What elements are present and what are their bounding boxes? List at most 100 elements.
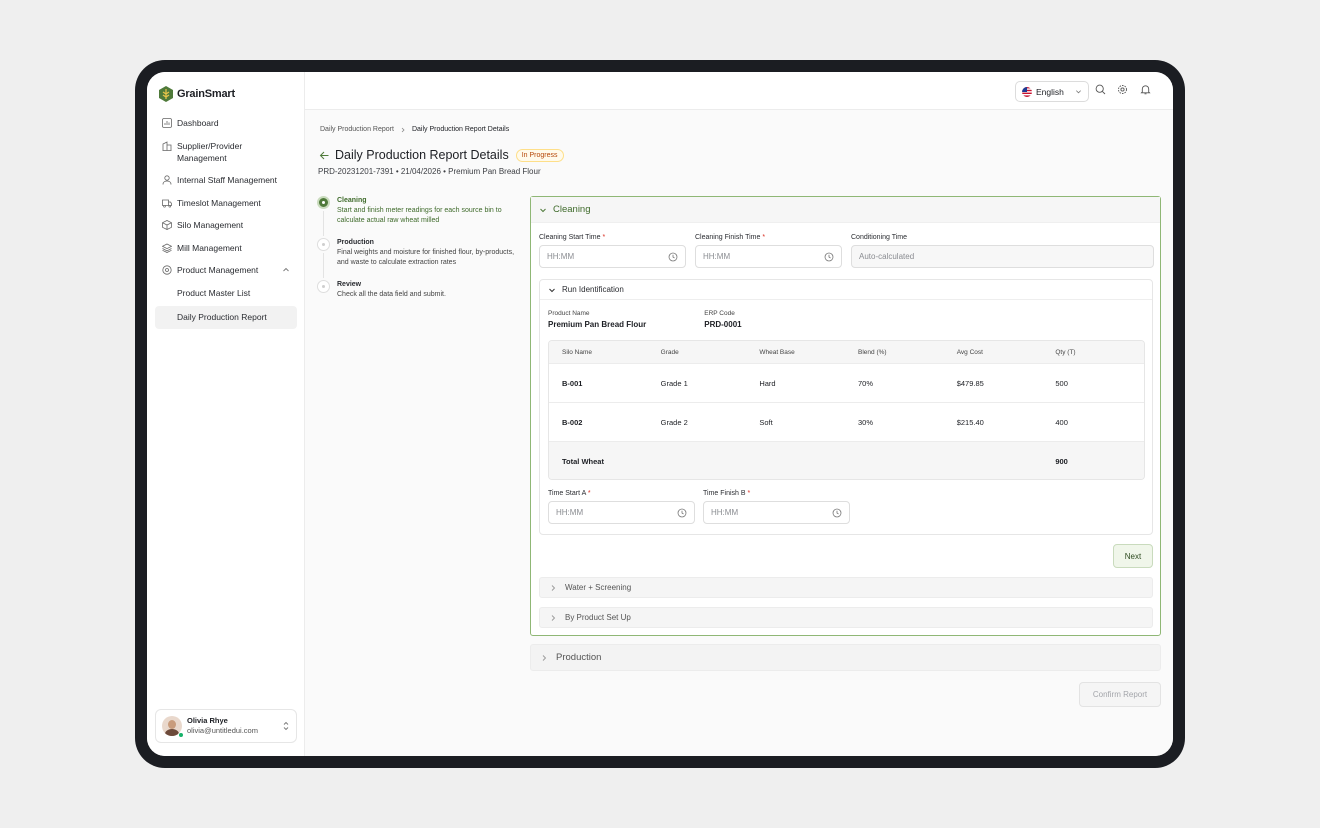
water-screening-accordion[interactable]: Water + Screening <box>539 577 1153 598</box>
time-start-a-input[interactable]: HH:MM <box>548 501 695 524</box>
truck-icon <box>162 199 172 208</box>
breadcrumb: Daily Production Report Daily Production… <box>320 126 509 133</box>
table-cell: 70% <box>858 378 874 388</box>
sidebar-item-label: Product Management <box>177 265 259 275</box>
field-label: Conditioning Time <box>851 234 908 241</box>
accordion-label: Production <box>556 652 602 663</box>
sidebar-item-mill[interactable]: Mill Management <box>155 237 297 259</box>
sidebar-item-product[interactable]: Product Management <box>155 259 297 281</box>
column-header: Blend (%) <box>858 348 887 356</box>
title-row: Daily Production Report Details In Progr… <box>319 148 564 162</box>
step-indicator <box>317 280 330 293</box>
run-identification-header[interactable]: Run Identification <box>540 280 1152 300</box>
sidebar-item-label: Internal Staff Management <box>177 175 278 185</box>
time-start-a-field: Time Start A * HH:MM <box>548 490 695 524</box>
sidebar-item-silo[interactable]: Silo Management <box>155 214 297 236</box>
total-value: 900 <box>1055 456 1068 466</box>
sidebar-item-timeslot[interactable]: Timeslot Management <box>155 192 297 214</box>
table-cell: Grade 2 <box>660 417 688 427</box>
app-screen: GrainSmart Dashboard Supplier/Provider M… <box>147 72 1173 756</box>
column-header: Qty (T) <box>1055 348 1076 356</box>
erp-code-label: ERP Code <box>704 310 735 317</box>
accordion-label: Water + Screening <box>565 583 632 592</box>
breadcrumb-parent[interactable]: Daily Production Report <box>320 126 394 133</box>
sidebar-item-dashboard[interactable]: Dashboard <box>155 112 297 134</box>
sidebar-item-supplier[interactable]: Supplier/Provider Management <box>155 135 297 169</box>
step-desc: Check all the data field and submit. <box>337 291 446 298</box>
confirm-report-button[interactable]: Confirm Report <box>1079 682 1161 707</box>
input-placeholder: HH:MM <box>711 508 739 517</box>
input-placeholder: HH:MM <box>547 252 575 261</box>
sidebar-subitem-product-master[interactable]: Product Master List <box>155 282 297 305</box>
table-cell: B-001 <box>562 378 583 388</box>
page-title: Daily Production Report Details <box>335 148 509 162</box>
chevron-right-icon <box>551 584 556 591</box>
cleaning-start-input[interactable]: HH:MM <box>539 245 686 268</box>
search-icon[interactable] <box>1095 84 1106 95</box>
by-product-setup-accordion[interactable]: By Product Set Up <box>539 607 1153 628</box>
cleaning-card-header[interactable]: Cleaning <box>531 197 1160 223</box>
product-name-value: Premium Pan Bread Flour <box>548 320 647 329</box>
step-cleaning[interactable]: Cleaning Start and finish meter readings… <box>317 196 517 238</box>
chevron-right-icon <box>542 654 547 661</box>
step-desc: Start and finish meter readings for each… <box>337 207 502 224</box>
silo-table: Silo Name Grade Wheat Base Blend (%) Avg… <box>548 340 1145 480</box>
sidebar-subitem-daily-report[interactable]: Daily Production Report <box>155 305 297 329</box>
package-icon <box>162 265 172 275</box>
device-frame: GrainSmart Dashboard Supplier/Provider M… <box>135 60 1185 768</box>
table-cell: Grade 1 <box>660 378 688 388</box>
column-header: Grade <box>660 348 679 356</box>
table-cell: B-002 <box>562 417 583 427</box>
next-button[interactable]: Next <box>1113 544 1153 568</box>
sidebar-item-label: Mill Management <box>177 242 242 253</box>
step-indicator-active <box>317 196 330 209</box>
step-review[interactable]: Review Check all the data field and subm… <box>317 280 517 322</box>
layers-icon <box>162 243 172 253</box>
user-card[interactable]: Olivia Rhye olivia@untitledui.com <box>155 709 297 743</box>
step-title: Production <box>337 239 374 246</box>
step-title: Cleaning <box>337 197 367 204</box>
sidebar-item-label: Silo Management <box>177 220 244 230</box>
product-name-label: Product Name <box>548 310 590 317</box>
column-header: Avg Cost <box>956 348 983 356</box>
breadcrumb-current: Daily Production Report Details <box>411 126 510 133</box>
accordion-label: By Product Set Up <box>565 613 631 622</box>
app-name: GrainSmart <box>177 88 235 100</box>
production-accordion[interactable]: Production <box>530 644 1161 671</box>
sidebar-nav: Dashboard Supplier/Provider Management I… <box>155 112 297 330</box>
stepper: Cleaning Start and finish meter readings… <box>317 196 517 322</box>
building-icon <box>162 140 172 151</box>
chevron-up-icon <box>283 267 289 272</box>
input-placeholder: HH:MM <box>703 252 731 261</box>
step-production[interactable]: Production Final weights and moisture fo… <box>317 238 517 280</box>
gear-icon[interactable] <box>1117 84 1128 95</box>
clock-icon <box>668 252 678 261</box>
sidebar-item-staff[interactable]: Internal Staff Management <box>155 169 297 191</box>
logo-icon <box>159 86 173 102</box>
language-select[interactable]: English <box>1015 81 1089 102</box>
table-cell: Hard <box>759 378 776 388</box>
chevron-down-icon <box>540 208 546 212</box>
flag-icon <box>1022 86 1032 97</box>
sidebar-item-label: Timeslot Management <box>177 197 261 208</box>
box-icon <box>162 220 172 230</box>
sidebar: GrainSmart Dashboard Supplier/Provider M… <box>147 72 305 756</box>
status-badge: In Progress <box>515 148 564 162</box>
cleaning-fields: Cleaning Start Time * HH:MM Cleaning Fin… <box>539 234 1154 268</box>
sidebar-item-label: Dashboard <box>177 118 219 128</box>
arrow-left-icon[interactable] <box>319 150 330 161</box>
chevron-selector-icon[interactable] <box>282 721 290 731</box>
run-identification-panel: Run Identification Product Name Premium … <box>539 279 1153 535</box>
clock-icon <box>677 508 687 517</box>
time-finish-b-input[interactable]: HH:MM <box>703 501 850 524</box>
cleaning-start-field: Cleaning Start Time * HH:MM <box>539 234 686 268</box>
conditioning-input: Auto-calculated <box>851 245 1154 268</box>
bell-icon[interactable] <box>1140 84 1151 95</box>
logo[interactable]: GrainSmart <box>159 86 235 102</box>
step-desc: Final weights and moisture for finished … <box>337 249 515 266</box>
user-name: Olivia Rhye <box>187 716 228 725</box>
topbar: English <box>305 72 1173 110</box>
column-header: Silo Name <box>562 348 592 356</box>
cleaning-finish-input[interactable]: HH:MM <box>695 245 842 268</box>
run-time-fields: Time Start A * HH:MM Time Finish B * HH:… <box>548 490 850 524</box>
